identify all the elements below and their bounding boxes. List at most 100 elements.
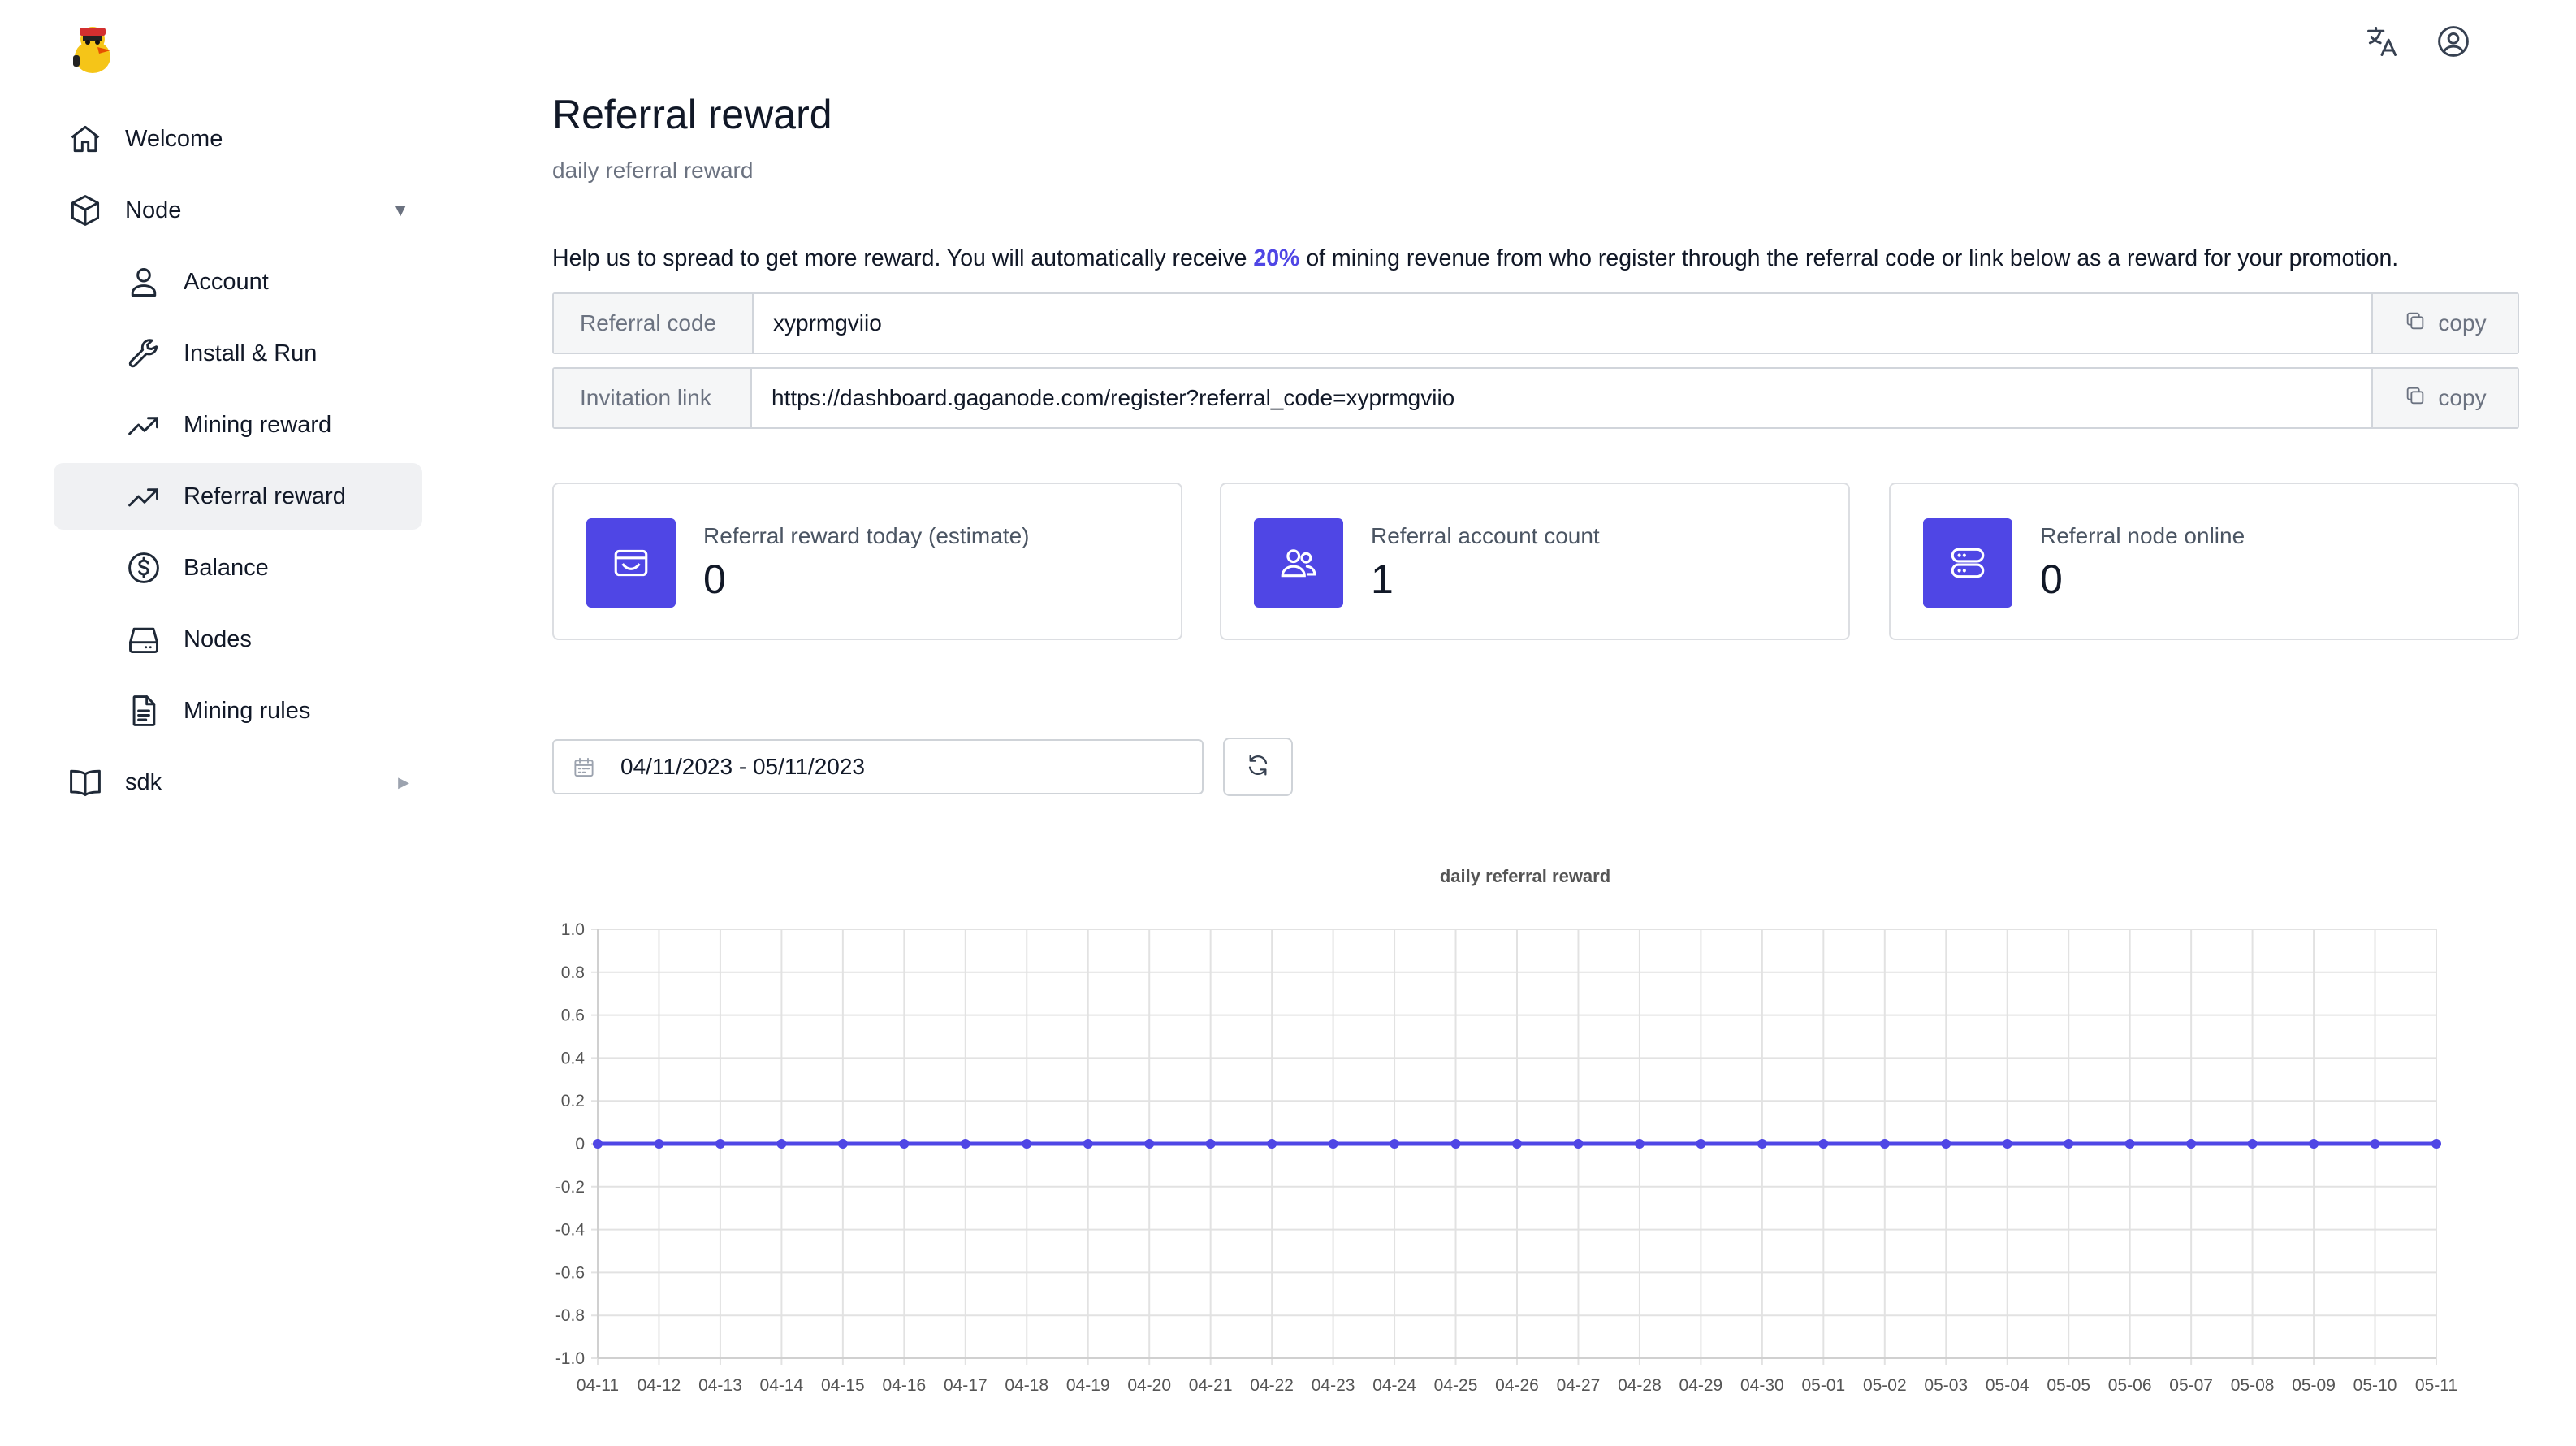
x-tick-label: 04-18 — [1005, 1376, 1048, 1395]
invitation-link-field: Invitation link https://dashboard.gagano… — [552, 367, 2519, 429]
data-point — [1879, 1139, 1890, 1149]
wrench-icon — [125, 335, 162, 372]
y-tick-label: 0.2 — [561, 1092, 585, 1110]
users-icon — [1254, 518, 1343, 608]
data-point — [1328, 1139, 1338, 1149]
stat-card-referral-account-count: Referral account count 1 — [1220, 483, 1850, 640]
data-point — [1144, 1139, 1155, 1149]
x-tick-label: 04-22 — [1250, 1376, 1294, 1395]
translate-icon[interactable] — [2362, 21, 2402, 62]
chevron-down-icon[interactable]: ▼ — [391, 200, 409, 221]
x-tick-label: 05-01 — [1801, 1376, 1845, 1395]
stat-label: Referral node online — [2040, 523, 2245, 548]
x-tick-label: 04-16 — [882, 1376, 926, 1395]
data-point — [1696, 1139, 1706, 1149]
data-point — [715, 1139, 725, 1149]
data-point — [1205, 1139, 1216, 1149]
date-range-input[interactable]: 04/11/2023 - 05/11/2023 — [552, 739, 1204, 794]
sidebar-item-referral-reward[interactable]: Referral reward — [54, 463, 422, 530]
data-point — [2124, 1139, 2135, 1149]
sidebar-item-label: Account — [184, 268, 269, 295]
calendar-icon — [572, 755, 596, 784]
x-tick-label: 05-06 — [2108, 1376, 2152, 1395]
server-icon — [125, 621, 162, 658]
help-text-prefix: Help us to spread to get more reward. Yo… — [552, 245, 1254, 271]
sidebar-item-mining-rules[interactable]: Mining rules — [54, 678, 422, 744]
invitation-link-value[interactable]: https://dashboard.gaganode.com/register?… — [752, 369, 2371, 427]
data-point — [1818, 1139, 1829, 1149]
stat-value: 1 — [1371, 556, 1394, 602]
data-point — [1267, 1139, 1277, 1149]
sidebar-item-sdk[interactable]: sdk ▶ — [54, 749, 422, 816]
user-icon — [125, 263, 162, 301]
y-tick-label: 0.8 — [561, 963, 585, 982]
sidebar-item-label: Node — [125, 197, 182, 223]
user-circle-icon[interactable] — [2433, 21, 2474, 62]
referral-code-value[interactable]: xyprmgviio — [754, 294, 2371, 353]
data-point — [1083, 1139, 1093, 1149]
daily-referral-reward-chart: daily referral reward 1.0 0.8 0.6 0.4 0.2 0 -0.… — [555, 866, 2457, 1395]
sidebar-item-label: Mining reward — [184, 411, 332, 438]
sidebar-item-mining-reward[interactable]: Mining reward — [54, 392, 422, 458]
stat-label: Referral reward today (estimate) — [703, 523, 1030, 548]
sidebar-item-nodes[interactable]: Nodes — [54, 606, 422, 673]
page-subtitle: daily referral reward — [552, 158, 754, 183]
x-tick-label: 04-28 — [1618, 1376, 1662, 1395]
sidebar-item-account[interactable]: Account — [54, 249, 422, 315]
sidebar-item-label: Welcome — [125, 125, 223, 152]
y-tick-label: -0.6 — [555, 1263, 585, 1282]
x-tick-label: 05-05 — [2047, 1376, 2090, 1395]
copy-referral-code-button[interactable]: copy — [2371, 294, 2518, 353]
y-tick-label: -1.0 — [555, 1349, 585, 1368]
y-tick-label: 0.4 — [561, 1049, 586, 1067]
x-tick-label: 05-11 — [2415, 1376, 2457, 1395]
x-tick-label: 05-08 — [2231, 1376, 2275, 1395]
y-tick-label: 1.0 — [561, 920, 585, 939]
refresh-icon — [1245, 752, 1271, 782]
sidebar-item-install-run[interactable]: Install & Run — [54, 320, 422, 387]
x-tick-label: 04-15 — [821, 1376, 865, 1395]
x-tick-label: 04-21 — [1189, 1376, 1233, 1395]
stat-card-referral-node-online: Referral node online 0 — [1889, 483, 2519, 640]
date-range-value: 04/11/2023 - 05/11/2023 — [620, 754, 865, 779]
data-point — [1757, 1139, 1767, 1149]
app-logo[interactable] — [68, 23, 117, 76]
y-tick-label: 0.6 — [561, 1007, 585, 1025]
x-tick-label: 04-30 — [1740, 1376, 1784, 1395]
home-icon — [67, 120, 104, 158]
reward-percent: 20% — [1253, 245, 1300, 271]
stat-card-referral-reward-today: Referral reward today (estimate) 0 — [552, 483, 1182, 640]
x-tick-label: 04-11 — [577, 1376, 619, 1395]
data-point — [654, 1139, 664, 1149]
sidebar-item-label: Referral reward — [184, 483, 346, 509]
chart-title: daily referral reward — [1440, 866, 1610, 886]
data-point — [837, 1139, 848, 1149]
x-tick-label: 04-17 — [944, 1376, 988, 1395]
refresh-button[interactable] — [1223, 738, 1293, 796]
y-tick-label: -0.2 — [555, 1178, 585, 1197]
copy-icon — [2404, 384, 2427, 413]
invitation-link-label: Invitation link — [554, 369, 752, 427]
x-tick-label: 04-20 — [1127, 1376, 1171, 1395]
x-tick-label: 04-29 — [1679, 1376, 1723, 1395]
referral-help-text: Help us to spread to get more reward. Yo… — [552, 245, 2398, 272]
server-stack-icon — [1923, 518, 2012, 608]
sidebar-item-balance[interactable]: Balance — [54, 535, 422, 601]
sidebar-item-label: sdk — [125, 768, 162, 795]
help-text-suffix: of mining revenue from who register thro… — [1299, 245, 2399, 271]
copy-invitation-link-button[interactable]: copy — [2371, 369, 2518, 427]
data-point — [1634, 1139, 1645, 1149]
sidebar-item-welcome[interactable]: Welcome — [54, 106, 422, 172]
chevron-right-icon[interactable]: ▶ — [398, 774, 409, 791]
data-point — [2370, 1139, 2380, 1149]
x-tick-label: 04-14 — [760, 1376, 804, 1395]
data-point — [1573, 1139, 1584, 1149]
sidebar-item-label: Nodes — [184, 626, 252, 652]
stat-label: Referral account count — [1371, 523, 1600, 548]
sidebar-item-node[interactable]: Node ▼ — [54, 177, 422, 244]
cube-icon — [67, 192, 104, 229]
data-point — [960, 1139, 970, 1149]
wallet-icon — [586, 518, 676, 608]
referral-code-field: Referral code xyprmgviio copy — [552, 292, 2519, 354]
sidebar-item-label: Balance — [184, 554, 269, 581]
